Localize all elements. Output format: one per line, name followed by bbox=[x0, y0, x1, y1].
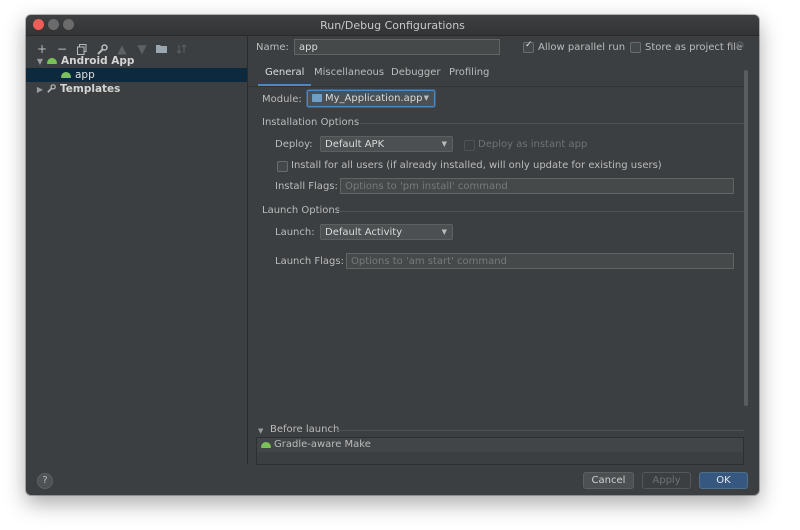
store-as-project-file-checkbox[interactable] bbox=[630, 42, 641, 53]
name-input[interactable]: app bbox=[294, 39, 500, 55]
allow-parallel-run-checkbox[interactable] bbox=[523, 40, 534, 53]
android-icon bbox=[47, 58, 57, 64]
title-bar: Run/Debug Configurations bbox=[26, 15, 759, 36]
collapsed-arrow-icon[interactable]: ▶ bbox=[35, 85, 45, 94]
before-launch-title: Before launch bbox=[270, 424, 340, 435]
before-launch-list: Gradle-aware Make bbox=[256, 437, 744, 465]
tree-item-label: Android App bbox=[61, 55, 135, 67]
chevron-down-icon: ▼ bbox=[423, 94, 429, 102]
cancel-button[interactable]: Cancel bbox=[583, 472, 634, 489]
window-title: Run/Debug Configurations bbox=[320, 19, 465, 32]
launch-value: Default Activity bbox=[325, 227, 403, 238]
tab-debugger[interactable]: Debugger bbox=[391, 67, 441, 78]
tree-item-app[interactable]: app bbox=[26, 68, 247, 82]
install-flags-placeholder: Options to 'pm install' command bbox=[345, 181, 508, 192]
vertical-scrollbar[interactable] bbox=[744, 70, 748, 406]
configurations-tree: ▼ Android App app ▶ Templates bbox=[26, 54, 247, 96]
tab-separator bbox=[248, 86, 747, 87]
module-folder-icon bbox=[312, 94, 322, 102]
wrench-icon bbox=[47, 83, 56, 95]
android-icon bbox=[261, 442, 271, 448]
allow-parallel-run-label: Allow parallel run bbox=[538, 42, 626, 53]
install-flags-input[interactable]: Options to 'pm install' command bbox=[340, 178, 734, 194]
ok-button[interactable]: OK bbox=[699, 472, 748, 489]
install-all-users-label: Install for all users (if already instal… bbox=[291, 160, 662, 171]
deploy-instant-app-label: Deploy as instant app bbox=[478, 139, 588, 150]
tab-general[interactable]: General bbox=[265, 67, 304, 78]
expanded-arrow-icon[interactable]: ▼ bbox=[258, 427, 263, 435]
installation-options-title: Installation Options bbox=[262, 117, 360, 128]
launch-flags-placeholder: Options to 'am start' command bbox=[351, 256, 507, 267]
module-select[interactable]: My_Application.app ▼ bbox=[307, 90, 435, 107]
chevron-down-icon: ▼ bbox=[441, 140, 447, 148]
group-divider bbox=[360, 123, 744, 124]
launch-flags-label: Launch Flags: bbox=[275, 256, 344, 267]
deploy-value: Default APK bbox=[325, 139, 385, 150]
install-all-users-checkbox[interactable] bbox=[277, 161, 288, 172]
deploy-select[interactable]: Default APK ▼ bbox=[320, 136, 453, 152]
deploy-label: Deploy: bbox=[275, 139, 313, 150]
tree-item-label: Templates bbox=[60, 83, 121, 95]
tree-item-android-app[interactable]: ▼ Android App bbox=[26, 54, 247, 68]
apply-button[interactable]: Apply bbox=[642, 472, 691, 489]
expanded-arrow-icon[interactable]: ▼ bbox=[35, 57, 45, 66]
name-label: Name: bbox=[256, 42, 289, 53]
before-launch-item-label: Gradle-aware Make bbox=[274, 439, 371, 450]
configurations-tree-pane: + − ▲ ▼ ▼ Android App app ▶ Templates bbox=[26, 36, 248, 464]
tab-miscellaneous[interactable]: Miscellaneous bbox=[314, 67, 384, 78]
launch-flags-input[interactable]: Options to 'am start' command bbox=[346, 253, 734, 269]
store-as-project-file-label: Store as project file bbox=[645, 42, 743, 53]
list-item[interactable]: Gradle-aware Make bbox=[257, 438, 743, 452]
group-divider bbox=[336, 430, 744, 431]
tree-item-templates[interactable]: ▶ Templates bbox=[26, 82, 247, 96]
module-value: My_Application.app bbox=[325, 93, 423, 104]
install-flags-label: Install Flags: bbox=[275, 181, 338, 192]
deploy-instant-app-checkbox[interactable] bbox=[464, 140, 475, 151]
tree-item-label: app bbox=[75, 69, 95, 81]
settings-gear-icon[interactable]: ⚙ bbox=[735, 39, 745, 52]
chevron-down-icon: ▼ bbox=[441, 228, 447, 236]
active-tab-indicator bbox=[258, 84, 311, 86]
launch-label: Launch: bbox=[275, 227, 315, 238]
group-divider bbox=[336, 211, 744, 212]
android-icon bbox=[61, 72, 71, 78]
module-label: Module: bbox=[262, 94, 302, 105]
launch-options-title: Launch Options bbox=[262, 205, 340, 216]
tab-profiling[interactable]: Profiling bbox=[449, 67, 489, 78]
launch-select[interactable]: Default Activity ▼ bbox=[320, 224, 453, 240]
help-button[interactable]: ? bbox=[37, 473, 53, 489]
run-debug-configurations-dialog: Run/Debug Configurations + − ▲ ▼ ▼ Andro… bbox=[26, 15, 759, 495]
